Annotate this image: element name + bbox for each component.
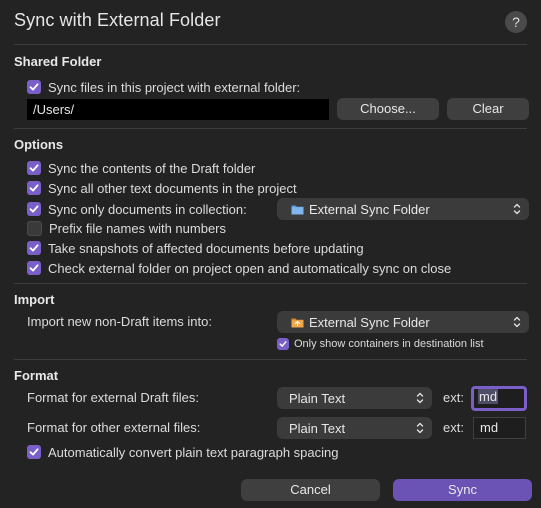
option-label: Prefix file names with numbers	[49, 220, 227, 236]
only-containers-label: Only show containers in destination list	[294, 338, 484, 350]
sync-files-label: Sync files in this project with external…	[48, 79, 301, 95]
option-sync-collection[interactable]: Sync only documents in collection:	[27, 199, 247, 219]
chevron-up-down-icon	[513, 316, 521, 328]
option-sync-other[interactable]: Sync all other text documents in the pro…	[27, 178, 297, 198]
auto-sync-checkbox[interactable]	[27, 261, 41, 275]
checkmark-icon	[29, 83, 39, 91]
option-auto-sync[interactable]: Check external folder on project open an…	[27, 258, 451, 278]
other-ext-label: ext:	[443, 420, 464, 435]
chevron-up-down-icon	[416, 422, 424, 434]
other-ext-field[interactable]: md	[473, 417, 526, 439]
other-format-label: Format for other external files:	[27, 420, 201, 435]
other-format-popup[interactable]: Plain Text	[277, 417, 432, 439]
option-prefix-numbers[interactable]: Prefix file names with numbers	[27, 218, 226, 238]
dialog-title: Sync with External Folder	[14, 10, 221, 30]
option-label: Sync all other text documents in the pro…	[48, 180, 297, 196]
only-containers-checkbox[interactable]	[277, 338, 289, 350]
collection-folder-icon	[291, 205, 304, 214]
divider	[14, 283, 527, 284]
chevron-up-down-icon	[416, 392, 424, 404]
only-containers-row[interactable]: Only show containers in destination list	[277, 336, 484, 352]
destination-value: External Sync Folder	[309, 314, 430, 330]
sync-collection-checkbox[interactable]	[27, 202, 41, 216]
option-label: Sync the contents of the Draft folder	[48, 160, 256, 176]
snapshots-checkbox[interactable]	[27, 241, 41, 255]
auto-convert-row[interactable]: Automatically convert plain text paragra…	[27, 442, 339, 462]
sync-files-checkbox[interactable]	[27, 80, 41, 94]
option-label: Take snapshots of affected documents bef…	[48, 240, 364, 256]
import-heading: Import	[14, 292, 55, 307]
option-snapshots[interactable]: Take snapshots of affected documents bef…	[27, 238, 364, 258]
sync-draft-checkbox[interactable]	[27, 161, 41, 175]
import-destination-popup[interactable]: External Sync Folder	[277, 311, 529, 333]
option-label: Sync only documents in collection:	[48, 201, 247, 217]
clear-button[interactable]: Clear	[447, 98, 529, 120]
checkmark-icon	[29, 244, 39, 252]
draft-format-label: Format for external Draft files:	[27, 390, 199, 405]
external-folder-path-field[interactable]: /Users/	[27, 99, 329, 120]
checkmark-icon	[29, 164, 39, 172]
sync-other-checkbox[interactable]	[27, 181, 41, 195]
other-format-value: Plain Text	[289, 420, 346, 436]
draft-ext-label: ext:	[443, 390, 464, 405]
divider	[14, 359, 527, 360]
path-value: /Users/	[33, 102, 75, 117]
collection-popup[interactable]: External Sync Folder	[277, 198, 529, 220]
import-destination-label: Import new non-Draft items into:	[27, 314, 212, 329]
draft-ext-value: md	[478, 389, 499, 404]
checkmark-icon	[29, 205, 39, 213]
auto-convert-label: Automatically convert plain text paragra…	[48, 444, 339, 460]
help-button[interactable]: ?	[505, 11, 527, 33]
sync-button[interactable]: Sync	[393, 479, 532, 501]
checkmark-icon	[29, 264, 39, 272]
option-sync-draft[interactable]: Sync the contents of the Draft folder	[27, 158, 255, 178]
auto-convert-checkbox[interactable]	[27, 445, 41, 459]
collection-value: External Sync Folder	[309, 201, 430, 217]
draft-format-value: Plain Text	[289, 390, 346, 406]
draft-ext-field[interactable]: md	[471, 386, 527, 411]
divider	[14, 128, 527, 129]
checkmark-icon	[29, 448, 39, 456]
chevron-up-down-icon	[513, 203, 521, 215]
options-heading: Options	[14, 137, 64, 152]
checkmark-icon	[279, 341, 287, 347]
divider	[14, 44, 527, 45]
shared-folder-heading: Shared Folder	[14, 54, 102, 69]
draft-format-popup[interactable]: Plain Text	[277, 387, 432, 409]
checkmark-icon	[29, 184, 39, 192]
destination-folder-icon	[291, 318, 304, 327]
prefix-numbers-checkbox[interactable]	[27, 220, 42, 236]
format-heading: Format	[14, 368, 59, 383]
option-label: Check external folder on project open an…	[48, 260, 452, 276]
cancel-button[interactable]: Cancel	[241, 479, 380, 501]
choose-button[interactable]: Choose...	[337, 98, 439, 120]
sync-files-row[interactable]: Sync files in this project with external…	[27, 77, 300, 97]
